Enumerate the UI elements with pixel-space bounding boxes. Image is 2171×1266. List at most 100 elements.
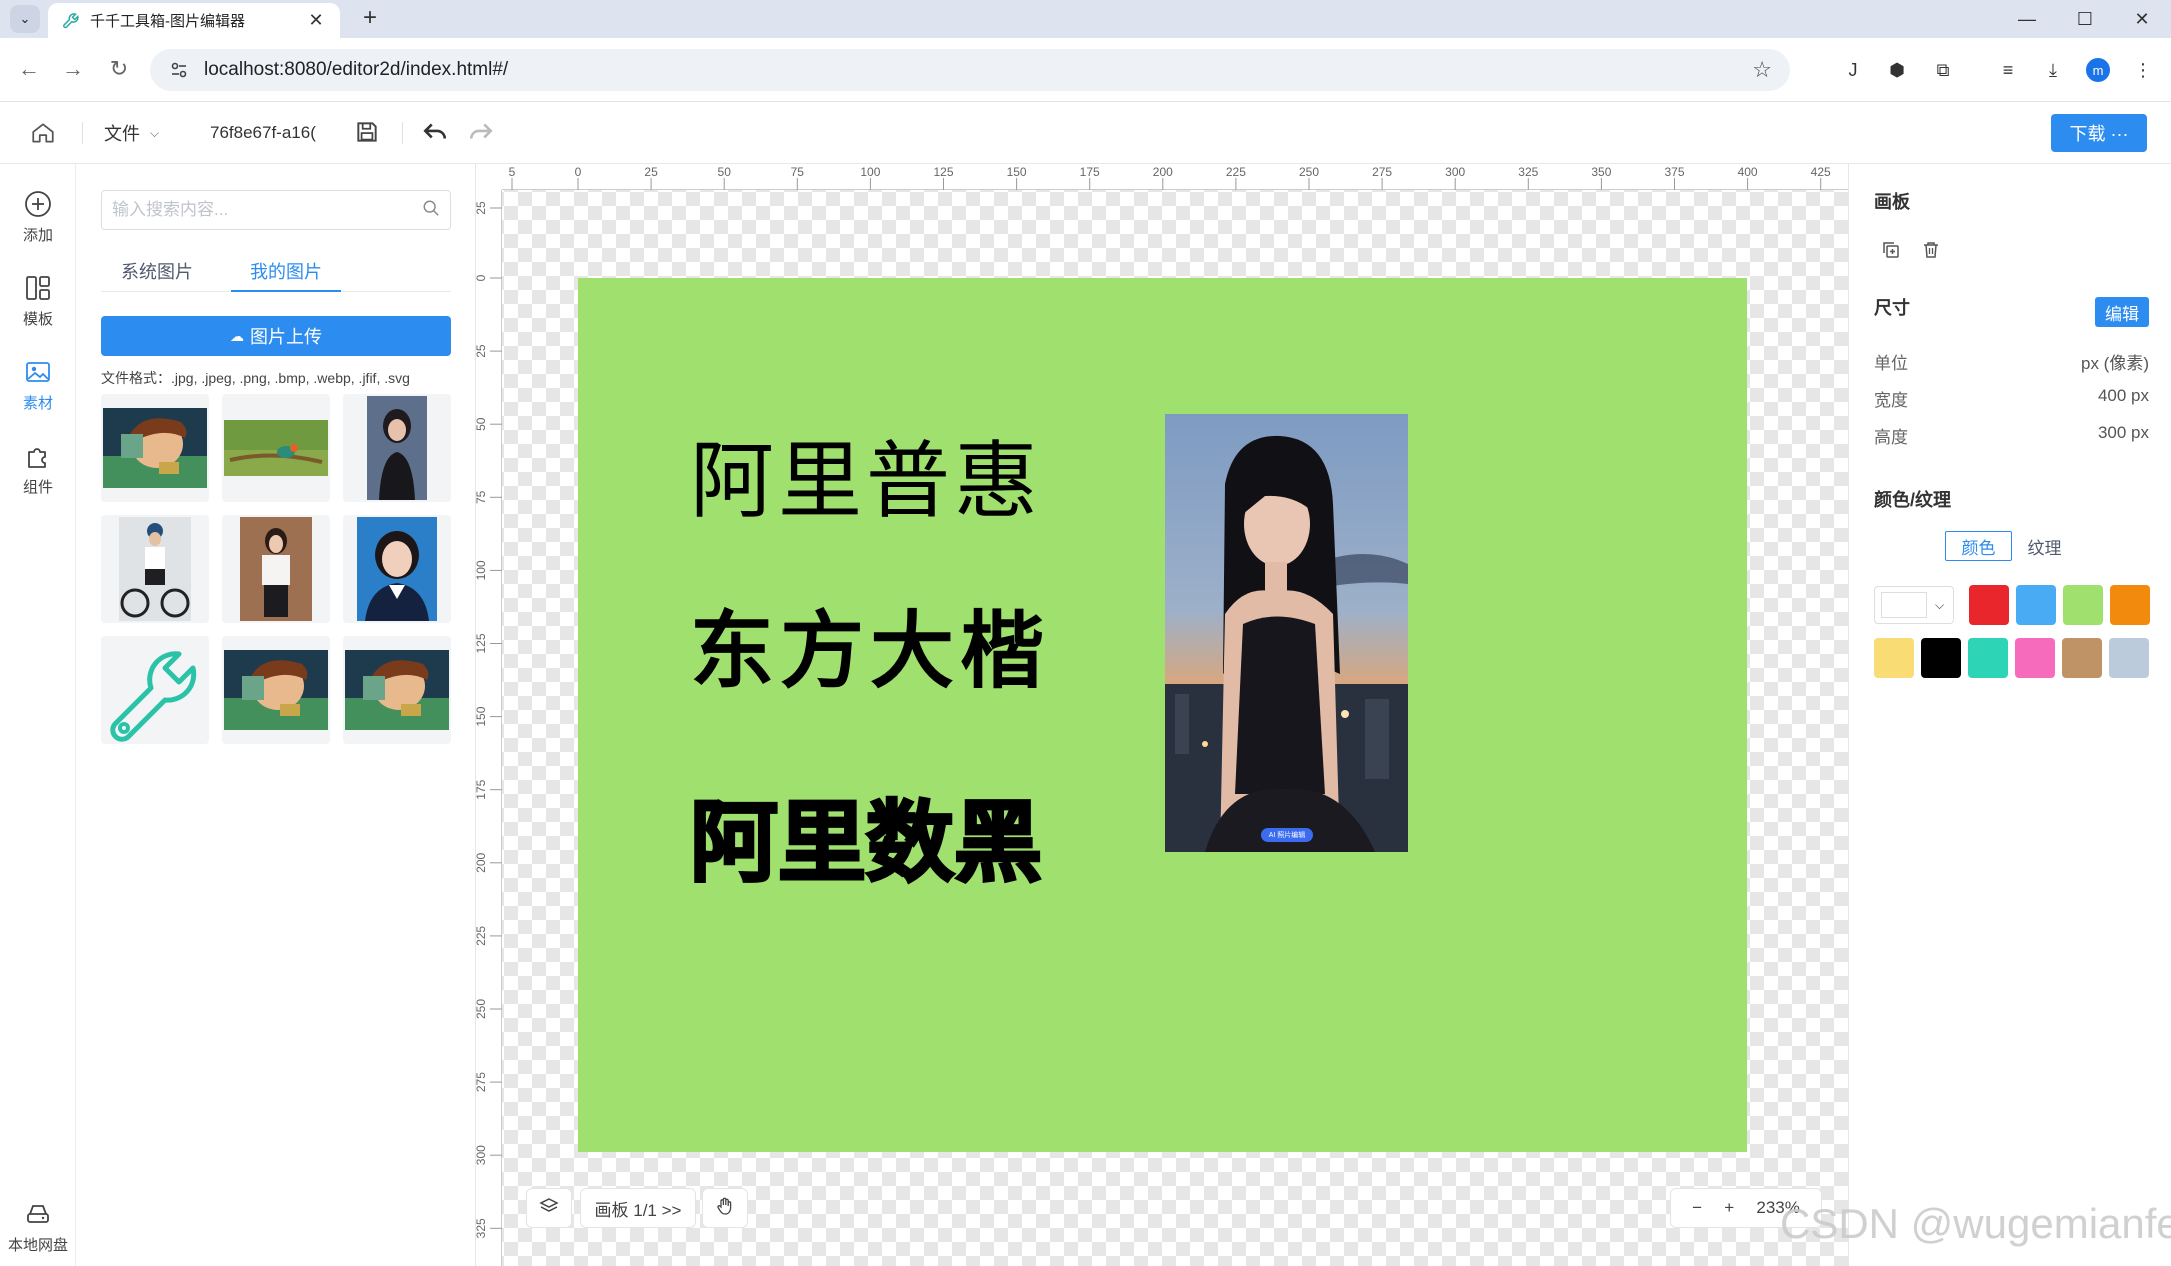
canvas-text-2[interactable]: 东方大楷 bbox=[690, 584, 1050, 705]
color-texture-tabs: 颜色 纹理 bbox=[1945, 531, 2077, 561]
color-swatch[interactable] bbox=[1874, 638, 1914, 678]
pan-hand-button[interactable] bbox=[702, 1188, 748, 1228]
browser-toolbar: ← → ↻ localhost:8080/editor2d/index.html… bbox=[0, 38, 2171, 102]
color-swatch[interactable] bbox=[2063, 585, 2103, 625]
profile-avatar[interactable]: m bbox=[2086, 58, 2110, 82]
wrench-favicon-icon bbox=[62, 12, 80, 30]
thumbnail-anime-boy[interactable] bbox=[222, 636, 330, 744]
color-swatch[interactable] bbox=[2015, 638, 2055, 678]
color-swatch[interactable] bbox=[1921, 638, 1961, 678]
redo-icon[interactable] bbox=[468, 119, 496, 147]
color-swatch[interactable] bbox=[1969, 585, 2009, 625]
plus-circle-icon bbox=[22, 188, 54, 220]
tab-system-images[interactable]: 系统图片 bbox=[101, 252, 213, 292]
rail-label: 本地网盘 bbox=[7, 1237, 68, 1254]
browser-tab[interactable]: 千千工具箱-图片编辑器 ✕ bbox=[48, 3, 340, 38]
ruler-tick-label: 0 bbox=[575, 165, 582, 179]
template-icon bbox=[22, 272, 54, 304]
tab-texture[interactable]: 纹理 bbox=[2012, 531, 2077, 561]
download-icon[interactable]: ⤓ bbox=[2040, 57, 2066, 83]
ruler-tick-label: 250 bbox=[476, 999, 488, 1019]
hand-icon bbox=[715, 1196, 735, 1221]
trash-icon[interactable] bbox=[1921, 240, 1941, 265]
site-info-icon[interactable] bbox=[168, 59, 190, 81]
artboard[interactable]: 阿里普惠 东方大楷 阿里数黑 AI 照片编辑 bbox=[578, 278, 1747, 1152]
layers-button[interactable] bbox=[526, 1188, 572, 1228]
close-tab-icon[interactable]: ✕ bbox=[306, 10, 326, 31]
forward-icon[interactable]: → bbox=[56, 52, 90, 86]
edit-size-button[interactable]: 编辑 bbox=[2095, 297, 2149, 327]
ruler-tick-label: 200 bbox=[1153, 165, 1173, 179]
thumbnail-anime-boy[interactable] bbox=[101, 394, 209, 502]
page-indicator[interactable]: 画板 1/1 >> bbox=[580, 1188, 696, 1228]
file-menu[interactable]: 文件 ⌵ bbox=[104, 120, 159, 146]
tab-color[interactable]: 颜色 bbox=[1945, 531, 2012, 561]
ruler-tick-label: 250 bbox=[1299, 165, 1319, 179]
color-section-title: 颜色/纹理 bbox=[1874, 490, 1952, 510]
extensions-puzzle-icon[interactable]: ⧉ bbox=[1930, 57, 1956, 83]
new-tab-button[interactable]: + bbox=[356, 5, 384, 33]
rail-item-component[interactable]: 组件 bbox=[0, 426, 76, 498]
tab-search-button[interactable]: ⌄ bbox=[10, 5, 40, 33]
search-input[interactable] bbox=[112, 200, 422, 220]
search-icon[interactable] bbox=[422, 199, 440, 222]
rail-item-template[interactable]: 模板 bbox=[0, 258, 76, 330]
chevron-down-icon: ⌄ bbox=[19, 11, 31, 26]
vertical-ruler: 250255075100125150175200225250275300325 bbox=[474, 164, 502, 1266]
ruler-tick-label: 325 bbox=[1518, 165, 1538, 179]
rail-item-local-drive[interactable]: 本地网盘 bbox=[0, 1184, 76, 1256]
color-picker[interactable]: ⌵ bbox=[1874, 586, 1954, 624]
divider bbox=[82, 122, 83, 144]
hard-drive-icon bbox=[22, 1198, 54, 1230]
ruler-tick-label: 150 bbox=[1007, 165, 1027, 179]
ruler-tick-label: 275 bbox=[1372, 165, 1392, 179]
maximize-icon[interactable]: ☐ bbox=[2056, 0, 2114, 38]
canvas-text-1[interactable]: 阿里普惠 bbox=[690, 414, 1042, 535]
reading-list-icon[interactable]: ≡ bbox=[1995, 57, 2021, 83]
zoom-out-button[interactable]: − bbox=[1692, 1198, 1702, 1218]
color-swatch[interactable] bbox=[2110, 585, 2150, 625]
ruler-tick-label: 125 bbox=[933, 165, 953, 179]
bookmark-star-icon[interactable]: ☆ bbox=[1752, 57, 1772, 83]
left-nav-rail: 添加 模板 素材 组件 本地网盘 bbox=[0, 164, 76, 1266]
tab-my-images[interactable]: 我的图片 bbox=[231, 252, 341, 292]
duplicate-icon[interactable] bbox=[1881, 240, 1901, 265]
upload-image-button[interactable]: ☁ 图片上传 bbox=[101, 316, 451, 356]
download-button[interactable]: 下载 ··· bbox=[2051, 114, 2147, 152]
puzzle-icon bbox=[22, 440, 54, 472]
color-swatch[interactable] bbox=[2016, 585, 2056, 625]
ruler-tick-label: 300 bbox=[476, 1145, 488, 1165]
undo-icon[interactable] bbox=[422, 119, 450, 147]
home-icon[interactable] bbox=[30, 120, 56, 146]
thumbnail-cyclist[interactable] bbox=[101, 515, 209, 623]
ruler-tick-label: 175 bbox=[1080, 165, 1100, 179]
back-icon[interactable]: ← bbox=[12, 52, 46, 86]
canvas-text-3[interactable]: 阿里数黑 bbox=[688, 772, 1043, 899]
horizontal-ruler: 5 0 25 50 75 100 125 150 175 200 225 250 275 300 325 35… bbox=[476, 164, 1848, 190]
image-icon bbox=[22, 356, 54, 388]
canvas-photo[interactable]: AI 照片编辑 bbox=[1165, 414, 1408, 852]
thumbnail-student[interactable] bbox=[343, 515, 451, 623]
document-name[interactable]: 76f8e67f-a16( bbox=[210, 123, 322, 143]
thumbnail-wrench[interactable] bbox=[101, 636, 209, 744]
close-window-icon[interactable]: ✕ bbox=[2113, 0, 2171, 38]
thumbnail-woman-cafe[interactable] bbox=[222, 515, 330, 623]
extension-j-icon[interactable]: J bbox=[1840, 57, 1866, 83]
browser-menu-icon[interactable]: ⋮ bbox=[2130, 57, 2156, 83]
reload-icon[interactable]: ↻ bbox=[102, 52, 136, 86]
material-panel: 系统图片 我的图片 ☁ 图片上传 文件格式：.jpg, .jpeg, .png,… bbox=[76, 164, 476, 1266]
thumbnail-bird[interactable] bbox=[222, 394, 330, 502]
extension-hex-icon[interactable]: ⬢ bbox=[1884, 57, 1910, 83]
color-swatch[interactable] bbox=[2062, 638, 2102, 678]
thumbnail-anime-boy[interactable] bbox=[343, 636, 451, 744]
color-swatch[interactable] bbox=[2109, 638, 2149, 678]
minimize-icon[interactable]: — bbox=[1998, 0, 2056, 38]
color-swatch[interactable] bbox=[1968, 638, 2008, 678]
thumbnail-woman-portrait[interactable] bbox=[343, 394, 451, 502]
rail-item-material[interactable]: 素材 bbox=[0, 342, 76, 414]
rail-item-add[interactable]: 添加 bbox=[0, 174, 76, 246]
address-bar[interactable]: localhost:8080/editor2d/index.html#/ ☆ bbox=[150, 49, 1790, 91]
layers-icon bbox=[539, 1196, 559, 1221]
save-icon[interactable] bbox=[354, 119, 382, 147]
zoom-in-button[interactable]: + bbox=[1724, 1198, 1734, 1218]
